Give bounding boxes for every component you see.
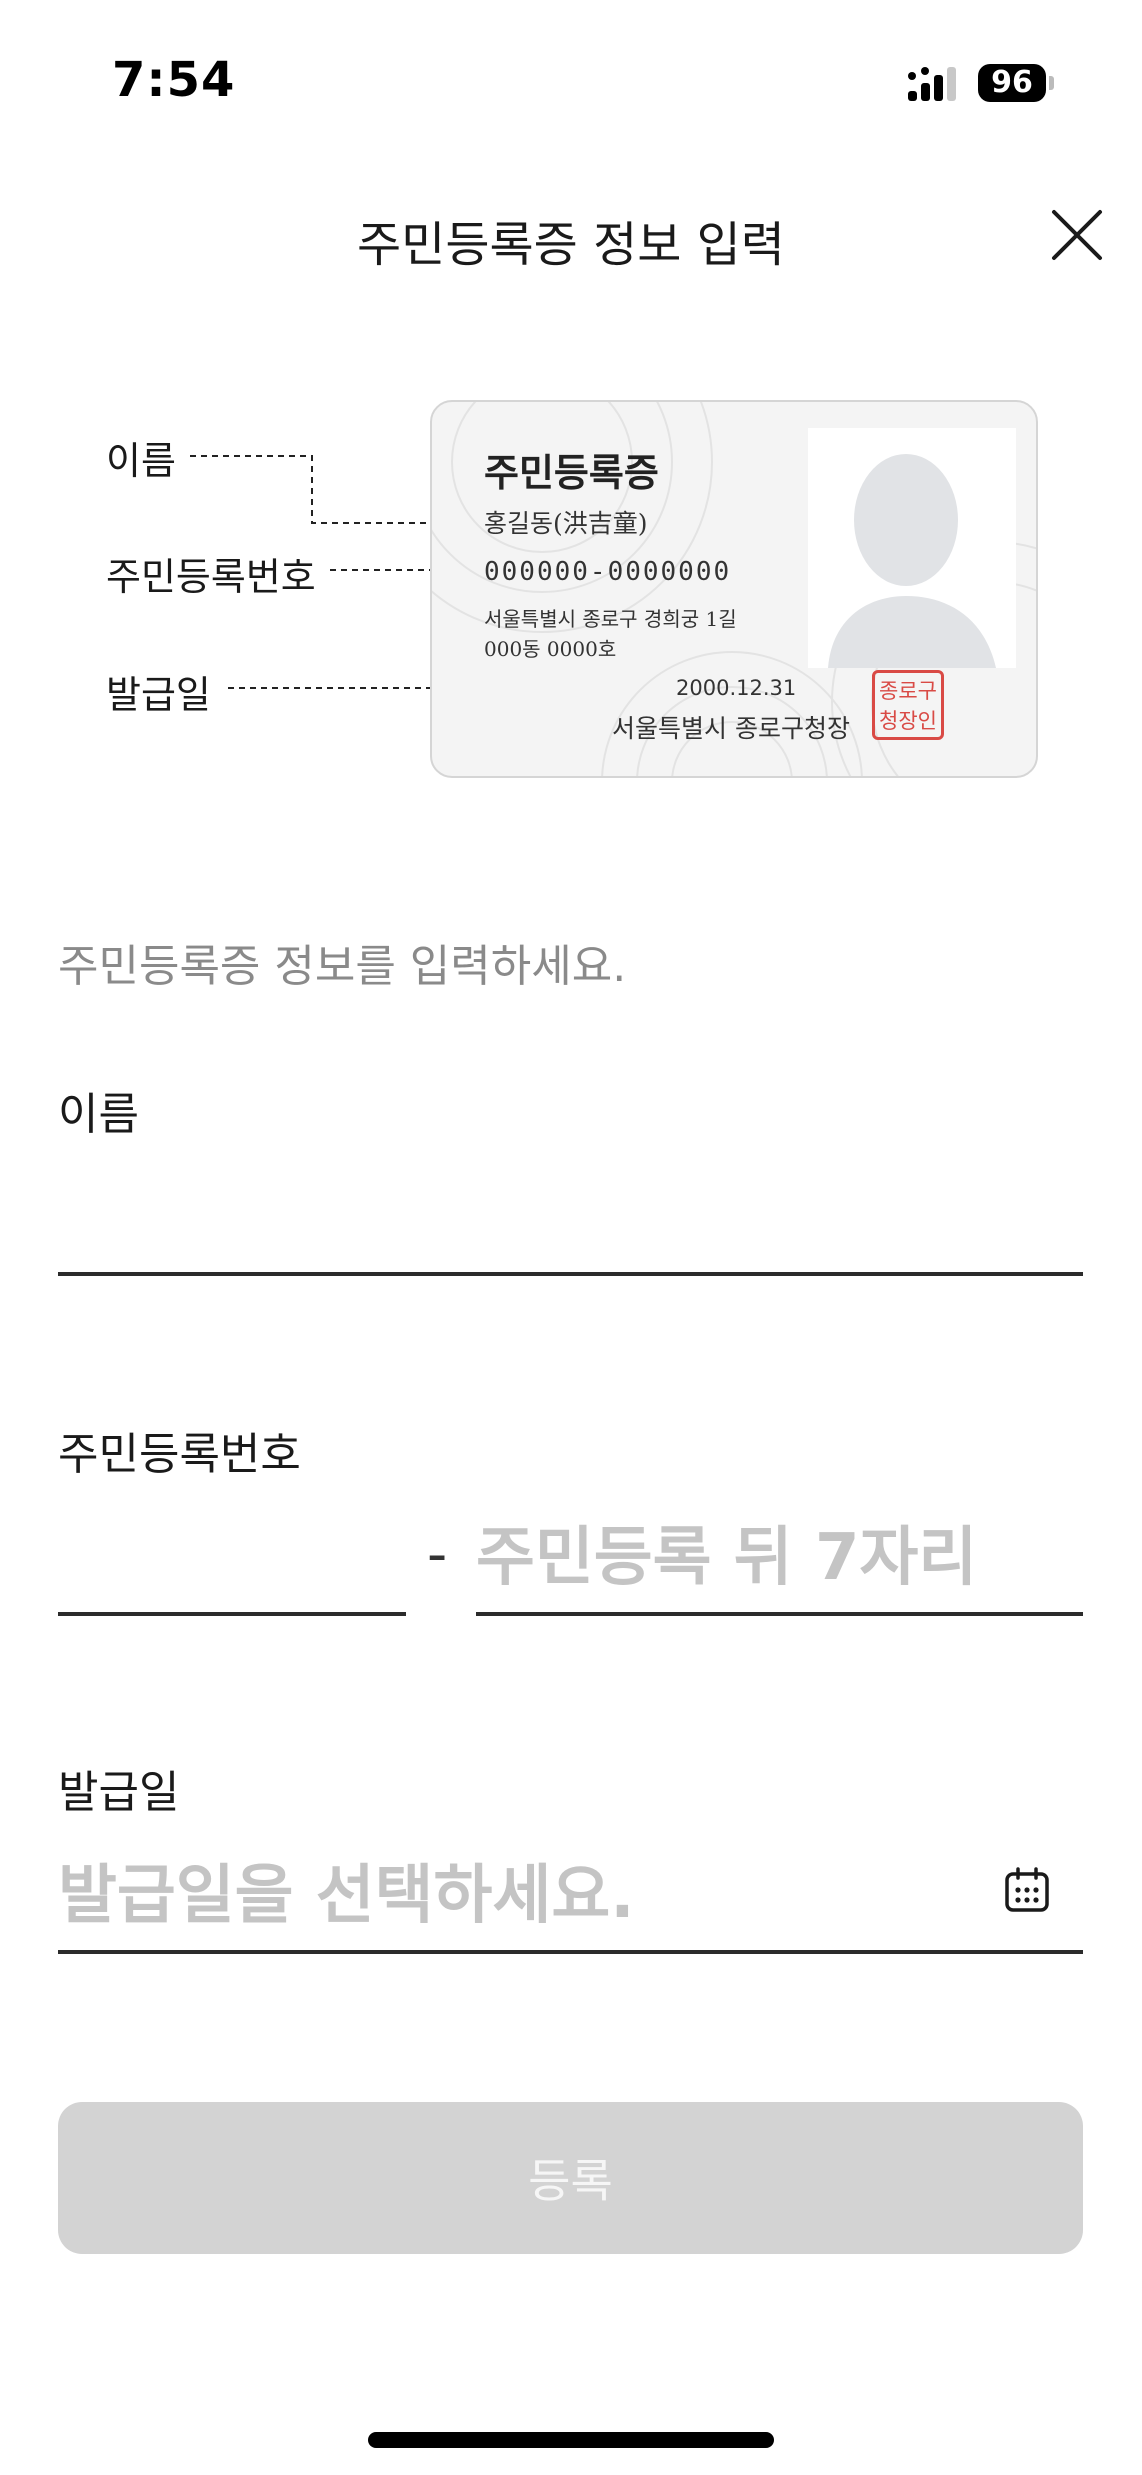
guide-label-number: 주민등록번호: [106, 555, 316, 599]
close-icon[interactable]: [1050, 208, 1104, 262]
id-photo-silhouette-icon: [828, 454, 996, 668]
resident-number-separator: -: [427, 1522, 448, 1587]
id-card-sample: 주민등록증 홍길동(洪吉童) 000000-0000000 서울특별시 종로구 …: [430, 400, 1038, 778]
resident-number-back-input[interactable]: [476, 1508, 1083, 1608]
card-address: 서울특별시 종로구 경희궁 1길 000동 0000호: [484, 604, 737, 664]
signal-icon: [908, 67, 956, 101]
form-instruction: 주민등록증 정보를 입력하세요.: [58, 941, 627, 992]
issue-date-input[interactable]: [58, 1846, 988, 1946]
status-time: 7:54: [112, 52, 236, 108]
resident-number-back-underline: [476, 1612, 1083, 1616]
resident-number-front-input[interactable]: [58, 1508, 406, 1608]
card-issuer: 서울특별시 종로구청장: [612, 714, 850, 743]
battery-nub: [1049, 76, 1054, 90]
card-address-line1: 서울특별시 종로구 경희궁 1길: [484, 607, 737, 631]
home-indicator: [368, 2432, 774, 2448]
card-issue-date: 2000.12.31: [676, 676, 797, 700]
guide-label-issue-date: 발급일: [106, 673, 211, 717]
card-holder-name: 홍길동(洪吉童): [484, 509, 648, 538]
card-address-line2: 000동 0000호: [484, 637, 617, 661]
calendar-icon[interactable]: [1003, 1866, 1051, 1914]
card-seal-line2: 청장인: [879, 709, 937, 733]
name-field-label: 이름: [58, 1089, 139, 1140]
card-title: 주민등록증: [484, 450, 659, 495]
name-input-underline: [58, 1272, 1083, 1276]
guide-label-name: 이름: [106, 439, 176, 483]
issue-date-label: 발급일: [58, 1767, 180, 1818]
page-title: 주민등록증 정보 입력: [357, 217, 785, 273]
card-resident-number: 000000-0000000: [484, 557, 732, 587]
register-button[interactable]: 등록: [58, 2102, 1083, 2254]
card-seal: 종로구 청장인: [872, 670, 944, 740]
issue-date-underline: [58, 1950, 1083, 1954]
id-photo: [808, 428, 1016, 668]
resident-number-front-underline: [58, 1612, 406, 1616]
resident-number-label: 주민등록번호: [58, 1429, 301, 1480]
name-input[interactable]: [58, 1170, 1083, 1270]
card-seal-line1: 종로구: [879, 679, 937, 703]
battery-icon: 96: [978, 64, 1046, 102]
